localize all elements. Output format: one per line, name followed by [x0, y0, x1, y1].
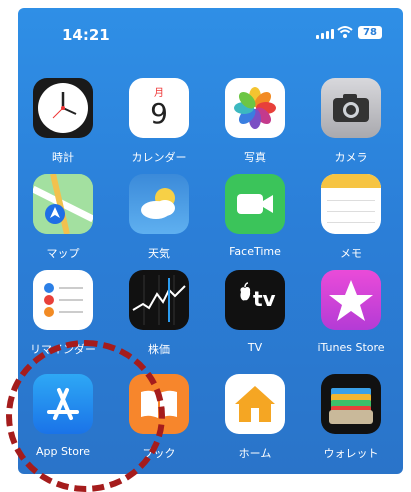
- tv-icon-text: tv: [253, 287, 276, 311]
- app-wallet[interactable]: ウォレット: [306, 374, 396, 461]
- app-appstore[interactable]: App Store: [18, 374, 108, 458]
- wifi-icon: [337, 26, 353, 38]
- battery-indicator: 78: [358, 26, 382, 39]
- home-icon: [225, 374, 285, 434]
- calendar-icon: 月 9: [129, 78, 189, 138]
- maps-icon: [33, 174, 93, 234]
- app-label: ホーム: [238, 447, 272, 460]
- facetime-icon: [225, 174, 285, 234]
- app-store-icon: [33, 374, 93, 434]
- app-tv[interactable]: tv TV: [210, 270, 300, 354]
- app-books[interactable]: ブック: [114, 374, 204, 461]
- books-icon: [129, 374, 189, 434]
- app-label: 天気: [148, 247, 170, 260]
- status-time: 14:21: [62, 26, 110, 44]
- app-calendar[interactable]: 月 9 カレンダー: [114, 78, 204, 165]
- app-label: リマインダー: [30, 343, 96, 356]
- app-weather[interactable]: 天気: [114, 174, 204, 261]
- app-facetime[interactable]: FaceTime: [210, 174, 300, 258]
- app-photos[interactable]: 写真: [210, 78, 300, 165]
- app-notes[interactable]: メモ: [306, 174, 396, 261]
- stocks-icon: [129, 270, 189, 330]
- reminders-icon: [33, 270, 93, 330]
- star-icon: [321, 270, 381, 330]
- app-clock[interactable]: 時計: [18, 78, 108, 165]
- app-maps[interactable]: マップ: [18, 174, 108, 261]
- app-label: ブック: [142, 447, 176, 460]
- photos-icon: [225, 78, 285, 138]
- app-label: メモ: [340, 247, 362, 260]
- app-label: 写真: [244, 151, 266, 164]
- app-label: 株価: [148, 343, 170, 356]
- notes-icon: [321, 174, 381, 234]
- app-label: カメラ: [334, 151, 368, 164]
- clock-icon: [33, 78, 93, 138]
- status-bar: 14:21 78: [18, 8, 403, 58]
- calendar-day: 9: [150, 97, 168, 130]
- app-home[interactable]: ホーム: [210, 374, 300, 461]
- app-camera[interactable]: カメラ: [306, 78, 396, 165]
- home-screen: 14:21 78 時計 月 9 カレンダー 写真 カメラ マップ 天気 Face…: [18, 8, 403, 474]
- app-reminders[interactable]: リマインダー: [18, 270, 108, 357]
- app-label: TV: [247, 341, 263, 354]
- app-label: マップ: [46, 247, 80, 260]
- app-label: iTunes Store: [317, 341, 385, 354]
- app-label: カレンダー: [131, 151, 187, 164]
- app-stocks[interactable]: 株価: [114, 270, 204, 357]
- weather-icon: [129, 174, 189, 234]
- cellular-signal-icon: [316, 29, 334, 39]
- app-label: App Store: [35, 445, 91, 458]
- app-label: ウォレット: [323, 447, 379, 460]
- camera-icon: [321, 78, 381, 138]
- tv-icon: tv: [225, 270, 285, 330]
- app-itunes[interactable]: iTunes Store: [306, 270, 396, 354]
- app-label: FaceTime: [229, 245, 281, 258]
- app-label: 時計: [52, 151, 74, 164]
- wallet-icon: [321, 374, 381, 434]
